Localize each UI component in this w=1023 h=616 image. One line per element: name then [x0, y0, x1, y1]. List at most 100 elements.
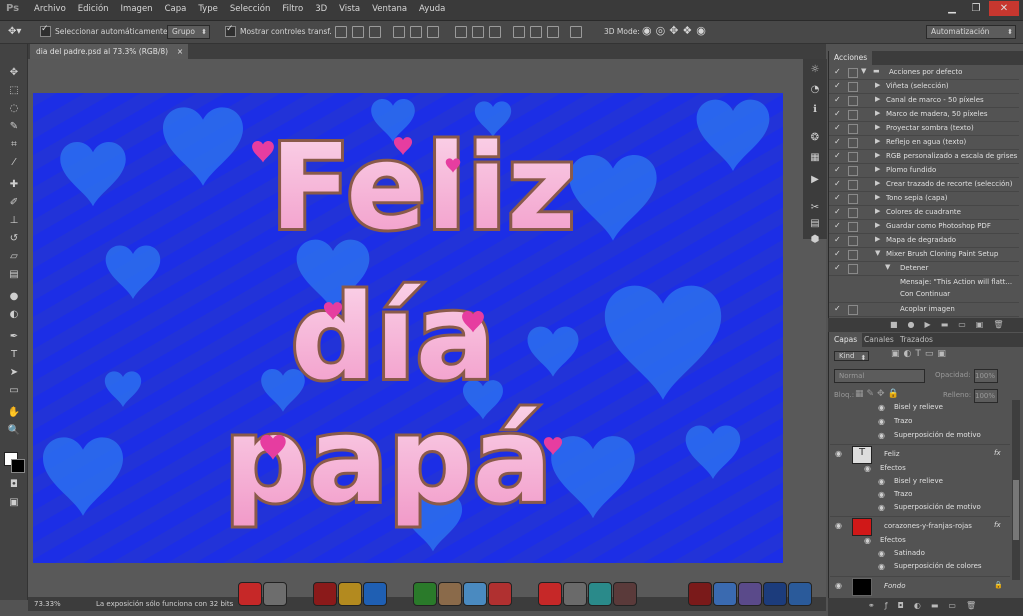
quick-mask-icon[interactable]: ◘: [6, 478, 22, 492]
distribute-left-icon[interactable]: [513, 26, 525, 38]
actions-footer-icons[interactable]: ■●▶▬▭▣🗑: [890, 320, 1014, 329]
taskbar-app-14-icon[interactable]: [688, 582, 712, 606]
tab-capas[interactable]: Capas: [829, 333, 863, 347]
lasso-tool-icon[interactable]: ◌: [6, 102, 22, 116]
effects-header-row[interactable]: ◉ Efectos: [830, 464, 1010, 477]
layer-effect-row[interactable]: ◉ Satinado: [830, 549, 1010, 562]
distribute-hcenter-icon[interactable]: [530, 26, 542, 38]
menu-edicion[interactable]: Edición: [78, 4, 109, 14]
action-row[interactable]: ✓ ▶ Canal de marco - 50 píxeles: [829, 94, 1019, 108]
workspace-dropdown[interactable]: Automatización: [926, 24, 1016, 39]
tab-canales[interactable]: Canales: [859, 333, 899, 347]
fill-field[interactable]: 100%: [974, 389, 998, 403]
action-row-expanded[interactable]: ✓ ▼ Mixer Brush Cloning Paint Setup: [829, 248, 1019, 262]
visibility-eye-icon[interactable]: ◉: [835, 581, 842, 590]
action-step-row[interactable]: ✓ Acoplar imagen: [829, 303, 1019, 317]
layer-effect-row[interactable]: ◉ Superposición de motivo: [830, 503, 1010, 516]
brush-tool-icon[interactable]: ✐: [6, 196, 22, 210]
align-right-icon[interactable]: [427, 26, 439, 38]
menu-filtro[interactable]: Filtro: [282, 4, 303, 14]
minimize-icon[interactable]: ▁: [941, 1, 963, 16]
action-row[interactable]: ✓ ▶ Reflejo en agua (texto): [829, 136, 1019, 150]
align-bottom-icon[interactable]: [369, 26, 381, 38]
layer-effect-row[interactable]: ◉ Bisel y relieve: [830, 477, 1010, 490]
action-row[interactable]: ✓ ▶ Crear trazado de recorte (selección): [829, 178, 1019, 192]
taskbar-app-5-icon[interactable]: [363, 582, 387, 606]
distribute-bottom-icon[interactable]: [489, 26, 501, 38]
healing-brush-tool-icon[interactable]: ✚: [6, 178, 22, 192]
distribute-top-icon[interactable]: [455, 26, 467, 38]
menu-archivo[interactable]: Archivo: [34, 4, 66, 14]
layer-kind-filter[interactable]: Kind: [834, 351, 870, 361]
layer-effect-row[interactable]: ◉ Superposición de motivo: [830, 431, 1010, 444]
effects-header-row[interactable]: ◉ Efectos: [830, 536, 1010, 549]
layer-effect-row[interactable]: ◉ Trazo: [830, 490, 1010, 503]
layer-effect-row[interactable]: ◉ Superposición de colores: [830, 562, 1010, 575]
layer-filter-icons[interactable]: ▣◐T▭▣: [891, 349, 950, 359]
hand-tool-icon[interactable]: ✋: [6, 406, 22, 420]
actions-icon[interactable]: ▶: [808, 174, 822, 186]
action-row[interactable]: ✓ ▶ Marco de madera, 50 píxeles: [829, 108, 1019, 122]
menu-vista[interactable]: Vista: [339, 4, 360, 14]
auto-select-dropdown[interactable]: Grupo: [167, 24, 210, 39]
history-brush-tool-icon[interactable]: ↺: [6, 232, 22, 246]
eyedropper-tool-icon[interactable]: ⁄: [6, 156, 22, 170]
action-row[interactable]: ✓ ▶ Proyectar sombra (texto): [829, 122, 1019, 136]
menu-seleccion[interactable]: Selección: [230, 4, 271, 14]
info-icon[interactable]: ℹ: [808, 104, 822, 116]
action-row[interactable]: ✓ ▶ Mapa de degradado: [829, 234, 1019, 248]
lock-icons[interactable]: ▦✎✥🔒: [855, 389, 902, 399]
align-left-icon[interactable]: [393, 26, 405, 38]
action-row[interactable]: ✓ ▶ Guardar como Photoshop PDF: [829, 220, 1019, 234]
visibility-eye-icon[interactable]: ◉: [835, 449, 842, 458]
document-canvas[interactable]: Feliz día papá: [33, 93, 783, 563]
layer-row-feliz[interactable]: ◉ T Feliz fx: [830, 444, 1010, 465]
shape-tool-icon[interactable]: ▭: [6, 384, 22, 398]
tab-trazados[interactable]: Trazados: [895, 333, 938, 347]
layers-scrollbar-thumb[interactable]: [1013, 480, 1019, 540]
zoom-level[interactable]: 73.33%: [34, 600, 61, 608]
action-set-row[interactable]: ✓ ▼ ▬ Acciones por defecto: [829, 66, 1019, 80]
taskbar-photoshop-icon[interactable]: [763, 582, 787, 606]
taskbar-app-1-icon[interactable]: [238, 582, 262, 606]
visibility-eye-icon[interactable]: ◉: [835, 521, 842, 530]
eraser-tool-icon[interactable]: ▱: [6, 250, 22, 264]
align-hcenter-icon[interactable]: [410, 26, 422, 38]
color-panel-icon[interactable]: ◔: [808, 84, 822, 96]
tab-acciones[interactable]: Acciones: [829, 51, 873, 65]
move-tool-icon[interactable]: ✥: [6, 66, 22, 80]
taskbar-app-13-icon[interactable]: [613, 582, 637, 606]
path-select-tool-icon[interactable]: ➤: [6, 366, 22, 380]
opacity-field[interactable]: 100%: [974, 369, 998, 383]
taskbar-app-7-icon[interactable]: [438, 582, 462, 606]
gradient-tool-icon[interactable]: ▤: [6, 268, 22, 282]
taskbar-app-3-icon[interactable]: [313, 582, 337, 606]
show-transform-checkbox[interactable]: Mostrar controles transf.: [225, 24, 332, 38]
taskbar-app-18-icon[interactable]: [788, 582, 812, 606]
brush-presets-icon[interactable]: ✂: [808, 202, 822, 214]
mode3d-icons[interactable]: ◉◎✥❖◉: [642, 24, 710, 37]
taskbar-app-15-icon[interactable]: [713, 582, 737, 606]
taskbar-app-6-icon[interactable]: [413, 582, 437, 606]
taskbar-app-11-icon[interactable]: [563, 582, 587, 606]
menu-ayuda[interactable]: Ayuda: [419, 4, 445, 14]
action-step-row[interactable]: ✓ ▼ Detener: [829, 262, 1019, 276]
align-vcenter-icon[interactable]: [352, 26, 364, 38]
distribute-vcenter-icon[interactable]: [472, 26, 484, 38]
move-tool-preset-icon[interactable]: ✥▾: [8, 25, 21, 38]
layer-effect-row[interactable]: ◉ Bisel y relieve: [830, 403, 1010, 416]
menu-type[interactable]: Type: [198, 4, 218, 14]
screen-mode-icon[interactable]: ▣: [6, 496, 22, 510]
taskbar-app-2-icon[interactable]: [263, 582, 287, 606]
taskbar-app-16-icon[interactable]: [738, 582, 762, 606]
auto-select-checkbox[interactable]: Seleccionar automáticamente:: [40, 24, 170, 38]
brightness-icon[interactable]: ☼: [808, 64, 822, 76]
dodge-tool-icon[interactable]: ◐: [6, 308, 22, 322]
taskbar-app-9-icon[interactable]: [488, 582, 512, 606]
menu-imagen[interactable]: Imagen: [121, 4, 153, 14]
marquee-tool-icon[interactable]: ⬚: [6, 84, 22, 98]
action-row[interactable]: ✓ ▶ RGB personalizado a escala de grises: [829, 150, 1019, 164]
clone-stamp-tool-icon[interactable]: ⊥: [6, 214, 22, 228]
menu-ventana[interactable]: Ventana: [372, 4, 407, 14]
action-row[interactable]: ✓ ▶ Plomo fundido: [829, 164, 1019, 178]
